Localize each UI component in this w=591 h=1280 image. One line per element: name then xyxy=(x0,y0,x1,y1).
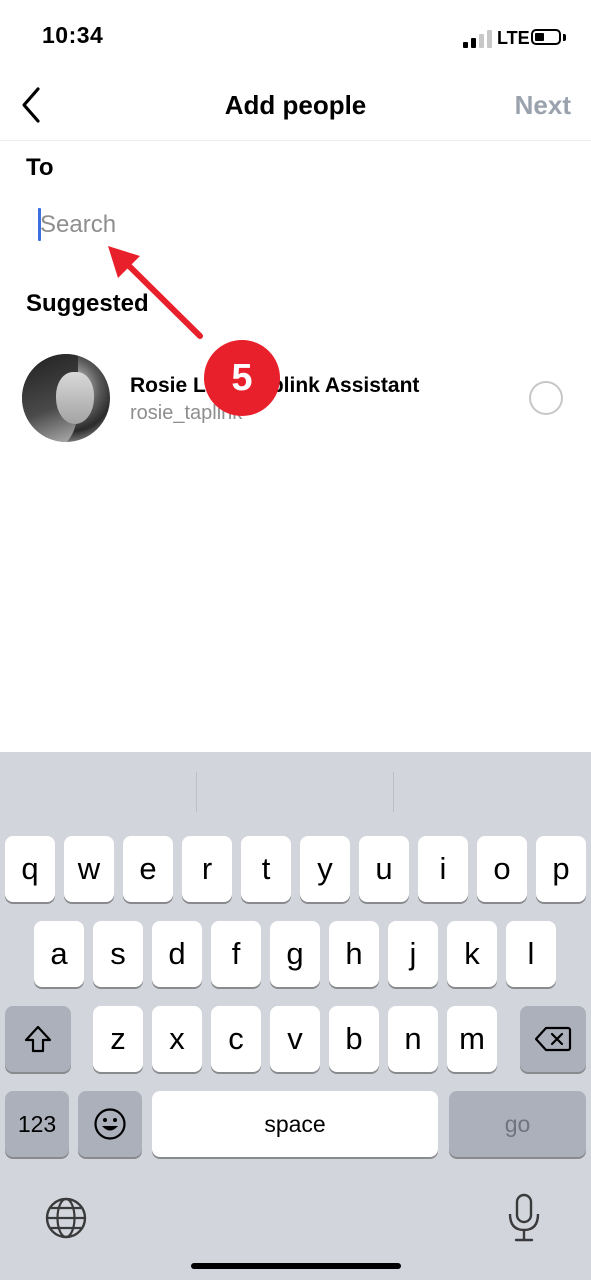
network-type: LTE xyxy=(497,28,530,48)
to-label: To xyxy=(26,154,54,181)
backspace-icon xyxy=(534,1026,572,1052)
key-x[interactable]: x xyxy=(152,1006,202,1072)
shift-icon xyxy=(24,1025,52,1053)
microphone-icon[interactable] xyxy=(506,1192,542,1244)
key-p[interactable]: p xyxy=(536,836,586,902)
key-i[interactable]: i xyxy=(418,836,468,902)
key-t[interactable]: t xyxy=(241,836,291,902)
key-f[interactable]: f xyxy=(211,921,261,987)
key-b[interactable]: b xyxy=(329,1006,379,1072)
key-v[interactable]: v xyxy=(270,1006,320,1072)
key-n[interactable]: n xyxy=(388,1006,438,1072)
key-o[interactable]: o xyxy=(477,836,527,902)
key-a[interactable]: a xyxy=(34,921,84,987)
battery-tip xyxy=(563,34,566,41)
search-field[interactable] xyxy=(36,206,560,246)
numbers-key[interactable]: 123 xyxy=(5,1091,69,1157)
space-key[interactable]: space xyxy=(152,1091,438,1157)
key-d[interactable]: d xyxy=(152,921,202,987)
suggestion-divider xyxy=(393,772,394,812)
step-badge: 5 xyxy=(204,340,280,416)
search-input[interactable] xyxy=(36,206,560,244)
delete-key[interactable] xyxy=(520,1006,586,1072)
avatar xyxy=(22,354,110,442)
emoji-key[interactable] xyxy=(78,1091,142,1157)
key-h[interactable]: h xyxy=(329,921,379,987)
key-z[interactable]: z xyxy=(93,1006,143,1072)
key-y[interactable]: y xyxy=(300,836,350,902)
status-time: 10:34 xyxy=(42,22,104,48)
header-divider xyxy=(0,140,591,141)
battery-icon xyxy=(531,29,561,45)
go-key[interactable]: go xyxy=(449,1091,586,1157)
key-e[interactable]: e xyxy=(123,836,173,902)
emoji-icon xyxy=(94,1108,126,1140)
key-r[interactable]: r xyxy=(182,836,232,902)
suggestion-divider xyxy=(196,772,197,812)
list-item[interactable]: Rosie Lee - Taplink Assistant rosie_tapl… xyxy=(0,350,591,446)
key-c[interactable]: c xyxy=(211,1006,261,1072)
key-w[interactable]: w xyxy=(64,836,114,902)
keyboard: q w e r t y u i o p a s d f g h j k l z … xyxy=(0,752,591,1280)
key-j[interactable]: j xyxy=(388,921,438,987)
key-k[interactable]: k xyxy=(447,921,497,987)
key-s[interactable]: s xyxy=(93,921,143,987)
key-u[interactable]: u xyxy=(359,836,409,902)
page-title: Add people xyxy=(224,90,367,120)
home-indicator xyxy=(191,1263,401,1269)
key-m[interactable]: m xyxy=(447,1006,497,1072)
shift-key[interactable] xyxy=(5,1006,71,1072)
signal-icon xyxy=(463,30,493,48)
key-g[interactable]: g xyxy=(270,921,320,987)
key-l[interactable]: l xyxy=(506,921,556,987)
next-button[interactable]: Next xyxy=(515,90,571,121)
select-radio[interactable] xyxy=(529,381,563,415)
suggested-heading: Suggested xyxy=(26,290,149,317)
key-q[interactable]: q xyxy=(5,836,55,902)
globe-icon[interactable] xyxy=(44,1196,88,1240)
text-caret xyxy=(38,208,41,241)
